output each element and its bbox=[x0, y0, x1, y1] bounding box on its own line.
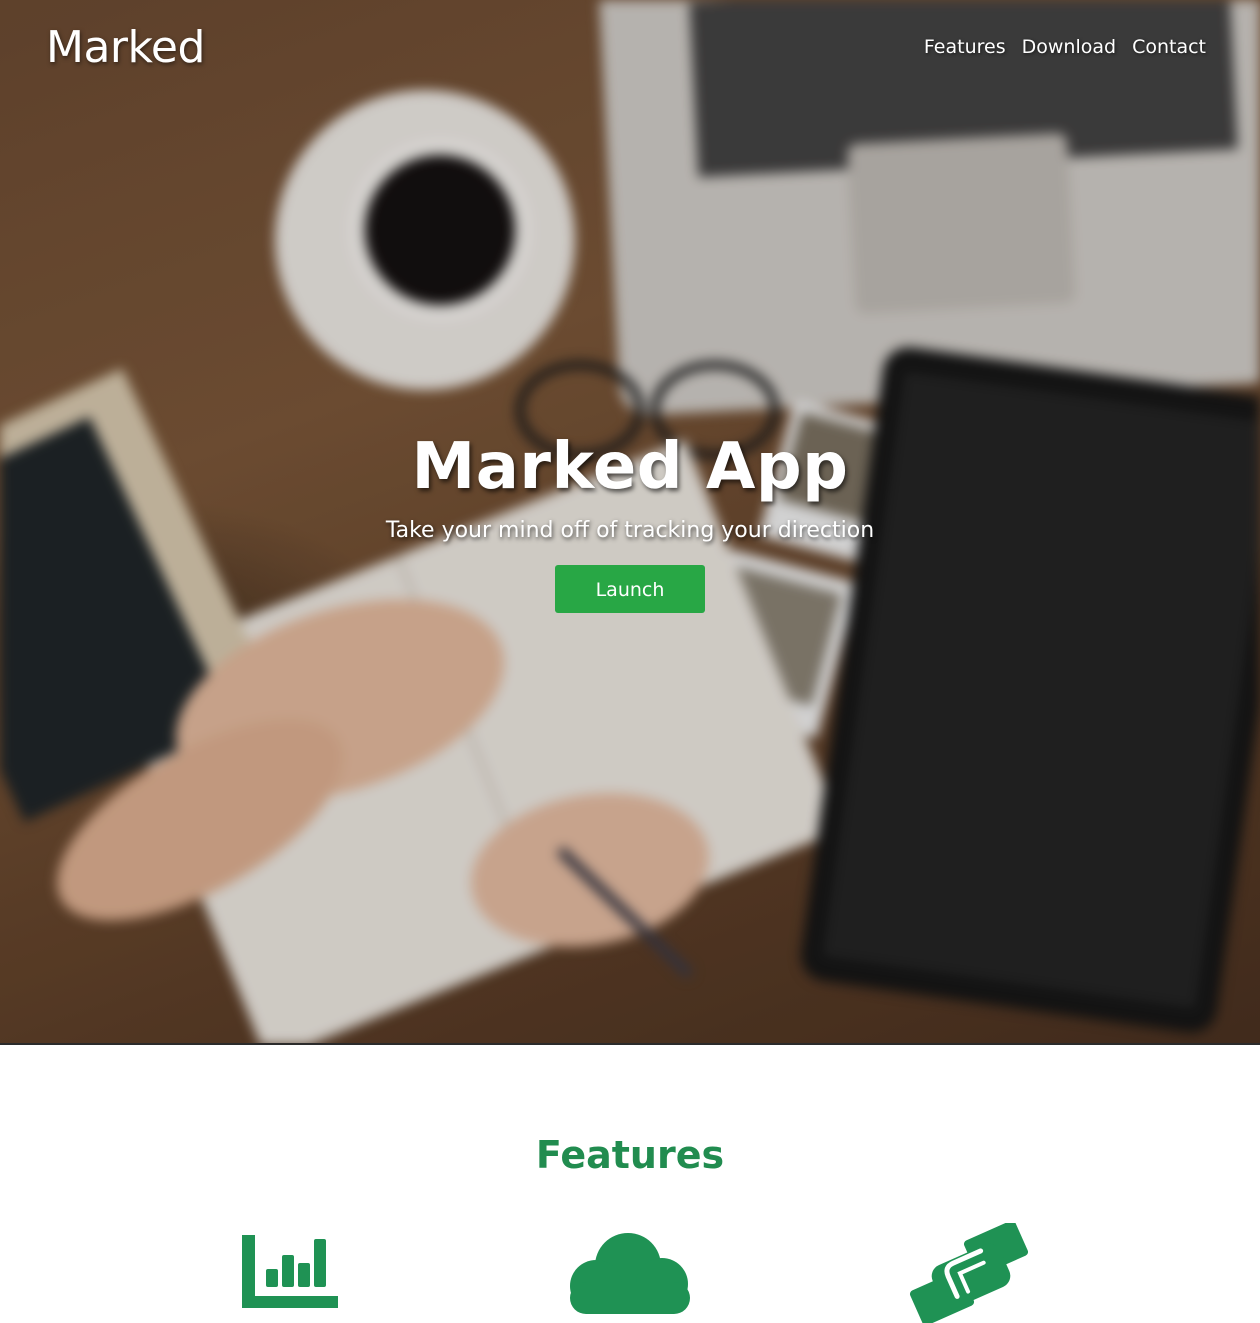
cloud-icon bbox=[570, 1233, 690, 1314]
nav-link-download[interactable]: Download bbox=[1022, 36, 1116, 58]
nav-link-features[interactable]: Features bbox=[924, 36, 1006, 58]
features-section: Features bbox=[0, 1045, 1260, 1323]
hero-content: Marked App Take your mind off of trackin… bbox=[0, 430, 1260, 613]
features-heading: Features bbox=[535, 1133, 725, 1177]
handshake-icon bbox=[909, 1223, 1029, 1323]
launch-button[interactable]: Launch bbox=[555, 565, 705, 613]
top-nav: Features Download Contact bbox=[924, 36, 1206, 58]
bar-chart-icon bbox=[242, 1235, 338, 1308]
hero-section: Marked Features Download Contact Marked … bbox=[0, 0, 1260, 1045]
hero-title: Marked App bbox=[411, 430, 849, 504]
brand-logo[interactable]: Marked bbox=[46, 22, 205, 73]
hero-subtitle: Take your mind off of tracking your dire… bbox=[385, 518, 875, 543]
nav-link-contact[interactable]: Contact bbox=[1132, 36, 1206, 58]
